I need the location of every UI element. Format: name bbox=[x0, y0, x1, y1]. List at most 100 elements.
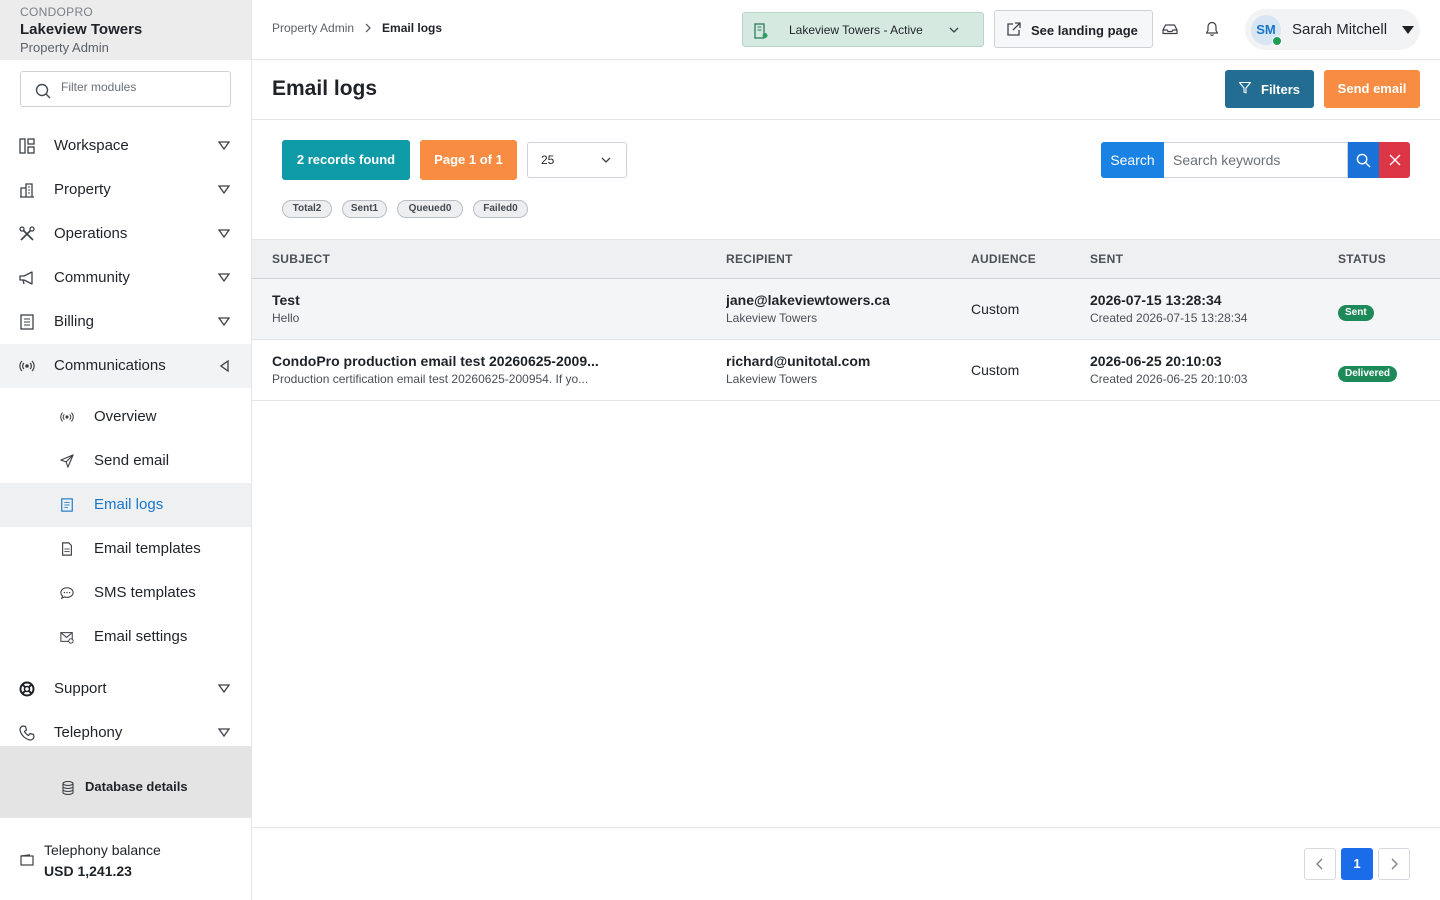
sidebar-subitem-send-email[interactable]: Send email bbox=[0, 439, 251, 483]
brand-block: CONDOPRO Lakeview Towers Property Admin bbox=[0, 0, 251, 60]
triangle-down-icon bbox=[218, 728, 230, 738]
sidebar-subitem-label: Send email bbox=[94, 452, 170, 469]
sidebar-item-billing[interactable]: Billing bbox=[0, 300, 251, 344]
stat-chip-failed: Failed0 bbox=[473, 200, 528, 218]
email-preview: Production certification email test 2026… bbox=[272, 372, 589, 386]
chevron-down-icon bbox=[949, 26, 959, 34]
user-menu[interactable]: SM Sarah Mitchell bbox=[1245, 9, 1420, 50]
sidebar-subitem-email-templates[interactable]: Email templates bbox=[0, 527, 251, 571]
stat-chip-queued: Queued0 bbox=[397, 200, 463, 218]
sent-timestamp: 2026-07-15 13:28:34 bbox=[1090, 292, 1222, 308]
sidebar-subitem-email-logs[interactable]: Email logs bbox=[0, 483, 251, 527]
email-subject: CondoPro production email test 20260625-… bbox=[272, 353, 599, 369]
filters-button-label: Filters bbox=[1261, 82, 1301, 97]
table-row[interactable]: Test Hello jane@lakeviewtowers.ca Lakevi… bbox=[252, 279, 1440, 340]
stat-chip-label: Queued bbox=[408, 203, 446, 214]
database-details-link[interactable]: Database details bbox=[0, 746, 251, 817]
stat-chip-total: Total2 bbox=[282, 200, 332, 218]
search-submit-button[interactable] bbox=[1348, 142, 1379, 178]
triangle-down-icon bbox=[218, 684, 230, 694]
filter-modules-input[interactable] bbox=[61, 80, 221, 94]
filters-button[interactable]: Filters bbox=[1225, 70, 1314, 108]
filter-modules-field[interactable] bbox=[20, 71, 231, 107]
inbox-icon[interactable] bbox=[1162, 21, 1178, 37]
building-status-icon bbox=[754, 23, 768, 39]
sidebar-item-community[interactable]: Community bbox=[0, 256, 251, 300]
column-header-subject[interactable]: SUBJECT bbox=[272, 252, 330, 266]
sidebar-item-label: Property bbox=[54, 181, 111, 198]
chevron-down-icon bbox=[601, 156, 611, 164]
next-page-button[interactable] bbox=[1378, 848, 1410, 880]
sidebar-subitem-label: Email logs bbox=[94, 496, 164, 513]
sidebar-item-operations[interactable]: Operations bbox=[0, 212, 251, 256]
triangle-down-icon bbox=[218, 273, 230, 283]
recipient-email: richard@unitotal.com bbox=[726, 353, 871, 369]
stat-chip-label: Total bbox=[292, 203, 316, 214]
sidebar-item-label: Billing bbox=[54, 313, 95, 330]
triangle-down-icon bbox=[218, 185, 230, 195]
bell-icon[interactable] bbox=[1204, 21, 1220, 37]
page-title: Email logs bbox=[272, 77, 378, 100]
previous-page-button[interactable] bbox=[1304, 848, 1336, 880]
triangle-left-icon bbox=[220, 360, 230, 372]
sidebar-item-workspace[interactable]: Workspace bbox=[0, 124, 251, 168]
log-icon bbox=[60, 498, 74, 512]
broadcast-icon bbox=[60, 410, 74, 424]
clear-search-button[interactable] bbox=[1379, 142, 1410, 178]
table-row[interactable]: CondoPro production email test 20260625-… bbox=[252, 340, 1440, 401]
stat-chip-sent: Sent1 bbox=[342, 200, 387, 218]
triangle-down-icon bbox=[218, 317, 230, 327]
recipient-cell: richard@unitotal.com Lakeview Towers bbox=[726, 353, 956, 386]
property-selector[interactable]: Lakeview Towers - Active bbox=[742, 12, 984, 47]
page-number-current[interactable]: 1 bbox=[1341, 848, 1373, 880]
sent-timestamp: 2026-06-25 20:10:03 bbox=[1090, 353, 1222, 369]
email-preview: Hello bbox=[272, 311, 300, 325]
sidebar-item-support[interactable]: Support bbox=[0, 667, 251, 711]
status-cell: Sent bbox=[1338, 302, 1374, 321]
column-header-recipient[interactable]: RECIPIENT bbox=[726, 252, 793, 266]
recipient-org: Lakeview Towers bbox=[726, 311, 818, 325]
page-size-select[interactable]: 25 bbox=[527, 142, 627, 178]
sidebar-item-label: Workspace bbox=[54, 137, 129, 154]
building-icon bbox=[19, 182, 35, 198]
sidebar-subitem-sms-templates[interactable]: SMS templates bbox=[0, 571, 251, 615]
column-header-status[interactable]: STATUS bbox=[1338, 252, 1386, 266]
recipient-cell: jane@lakeviewtowers.ca Lakeview Towers bbox=[726, 292, 956, 325]
sidebar-item-communications[interactable]: Communications bbox=[0, 344, 251, 388]
sidebar-item-property[interactable]: Property bbox=[0, 168, 251, 212]
page-info-badge: Page 1 of 1 bbox=[420, 140, 517, 180]
page-header: Email logs Filters Send email bbox=[252, 60, 1440, 120]
sidebar-subitem-label: Email templates bbox=[94, 540, 201, 557]
stat-chip-count: 0 bbox=[512, 203, 518, 214]
sidebar-subitem-overview[interactable]: Overview bbox=[0, 395, 251, 439]
sidebar-subitem-email-settings[interactable]: Email settings bbox=[0, 615, 251, 659]
created-timestamp: Created 2026-07-15 13:28:34 bbox=[1090, 311, 1248, 325]
sent-cell: 2026-06-25 20:10:03 Created 2026-06-25 2… bbox=[1090, 353, 1320, 386]
column-header-audience[interactable]: AUDIENCE bbox=[971, 252, 1036, 266]
chevron-left-icon bbox=[1315, 858, 1325, 870]
sidebar-item-label: Support bbox=[54, 680, 107, 697]
triangle-down-icon bbox=[218, 229, 230, 239]
stat-chip-label: Sent bbox=[350, 203, 373, 214]
stat-chip-count: 0 bbox=[445, 203, 452, 214]
see-landing-page-button[interactable]: See landing page bbox=[994, 10, 1153, 48]
stat-chip-count: 1 bbox=[372, 203, 379, 214]
search-keywords-input[interactable] bbox=[1164, 142, 1348, 178]
stat-chip-count: 2 bbox=[315, 203, 322, 214]
brand-role: Property Admin bbox=[20, 40, 109, 55]
sidebar-item-label: Community bbox=[54, 269, 130, 286]
chevron-right-icon bbox=[364, 23, 372, 33]
document-icon bbox=[60, 542, 74, 556]
sidebar-subitem-label: Overview bbox=[94, 408, 157, 425]
audience-cell: Custom bbox=[971, 362, 1020, 378]
property-selector-label: Lakeview Towers - Active bbox=[789, 23, 923, 37]
broadcast-icon bbox=[19, 358, 35, 374]
send-email-button[interactable]: Send email bbox=[1324, 70, 1420, 108]
top-bar: Property Admin Email logs Lakeview Tower… bbox=[252, 0, 1440, 60]
column-header-sent[interactable]: SENT bbox=[1090, 252, 1123, 266]
breadcrumb-property-admin[interactable]: Property Admin bbox=[272, 21, 354, 35]
online-status-dot bbox=[1272, 36, 1282, 46]
chat-icon bbox=[60, 586, 74, 600]
database-icon bbox=[62, 781, 74, 795]
phone-icon bbox=[19, 725, 35, 741]
